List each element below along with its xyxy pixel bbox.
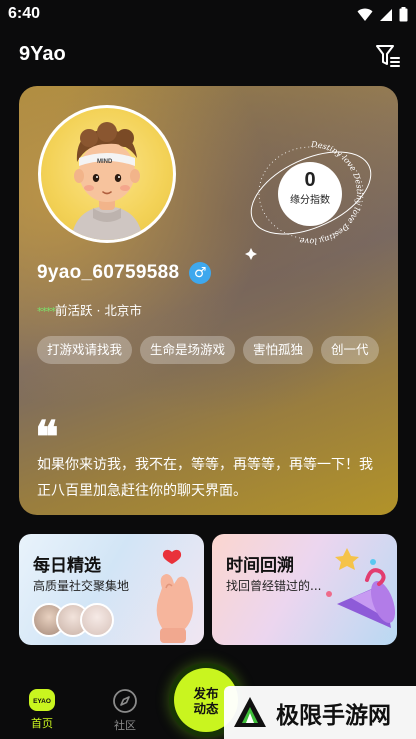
signal-icon xyxy=(380,8,392,21)
daily-picks-card[interactable]: 每日精选 高质量社交聚集地 xyxy=(19,534,204,645)
daily-picks-title: 每日精选 xyxy=(33,556,101,576)
fate-index-badge: 0 缘分指数 xyxy=(278,162,342,226)
username-row: 9yao_60759588 ♂ xyxy=(37,262,212,284)
finger-heart-icon xyxy=(156,549,193,643)
profile-card[interactable]: MIND Destiny love Destiny love Destiny l… xyxy=(19,86,398,515)
nav-home-label: 首页 xyxy=(31,717,53,730)
status-icons xyxy=(357,7,408,22)
party-popper-icon xyxy=(326,548,396,628)
home-logo-icon: EYAO xyxy=(29,689,55,711)
male-icon: ♂ xyxy=(189,262,212,284)
fate-index-value: 0 xyxy=(304,169,316,191)
tag[interactable]: 生命是场游戏 xyxy=(140,336,236,364)
watermark-text: 极限手游网 xyxy=(276,701,391,729)
nav-home[interactable]: EYAO 首页 xyxy=(28,688,56,731)
cartoon-boy-illustration: MIND xyxy=(71,122,143,240)
status-bar: 6:40 xyxy=(0,0,416,30)
avatar-image: MIND xyxy=(41,108,173,240)
tag[interactable]: 打游戏请找我 xyxy=(37,336,133,364)
avatar-stack xyxy=(32,603,114,637)
activity-text: 前活跃 · 北京市 xyxy=(55,303,142,318)
username: 9yao_60759588 xyxy=(37,262,180,283)
tag[interactable]: 害怕孤独 xyxy=(243,336,314,364)
tag[interactable]: 创一代 xyxy=(321,336,379,364)
fate-index-label: 缘分指数 xyxy=(290,195,330,206)
bio-text: 如果你来访我，我不在，等等，再等等，再等一下！我正八百里加急赶往你的聊天界面。 xyxy=(37,457,373,499)
site-watermark: 极限手游网 xyxy=(224,686,416,739)
time-rewind-title: 时间回溯 xyxy=(226,556,294,576)
home-logo-text: EYAO xyxy=(33,698,51,705)
app-title: 9Yao xyxy=(19,43,66,65)
filter-button[interactable] xyxy=(374,42,402,70)
fate-index: Destiny love Destiny love Destiny love 0… xyxy=(241,131,381,271)
nav-community[interactable]: 社区 xyxy=(110,688,140,733)
time-rewind-card[interactable]: 时间回溯 找回曾经错过的... xyxy=(212,534,397,645)
avatar xyxy=(80,603,114,637)
avatar[interactable]: MIND xyxy=(38,105,176,243)
watermark-logo-icon xyxy=(234,696,266,727)
filter-icon xyxy=(376,45,400,67)
daily-picks-subtitle: 高质量社交聚集地 xyxy=(33,579,130,593)
compass-icon xyxy=(113,689,137,713)
status-time: 6:40 xyxy=(8,5,41,22)
wifi-icon xyxy=(357,8,373,21)
activity-status: ****前活跃 · 北京市 xyxy=(37,300,142,319)
avatar-cap-text: MIND xyxy=(97,159,113,165)
activity-stars: **** xyxy=(37,305,56,318)
tag-list: 打游戏请找我 生命是场游戏 害怕孤独 创一代 xyxy=(37,336,387,364)
time-rewind-subtitle: 找回曾经错过的... xyxy=(226,579,322,593)
battery-icon xyxy=(399,7,408,22)
nav-community-label: 社区 xyxy=(114,719,136,732)
